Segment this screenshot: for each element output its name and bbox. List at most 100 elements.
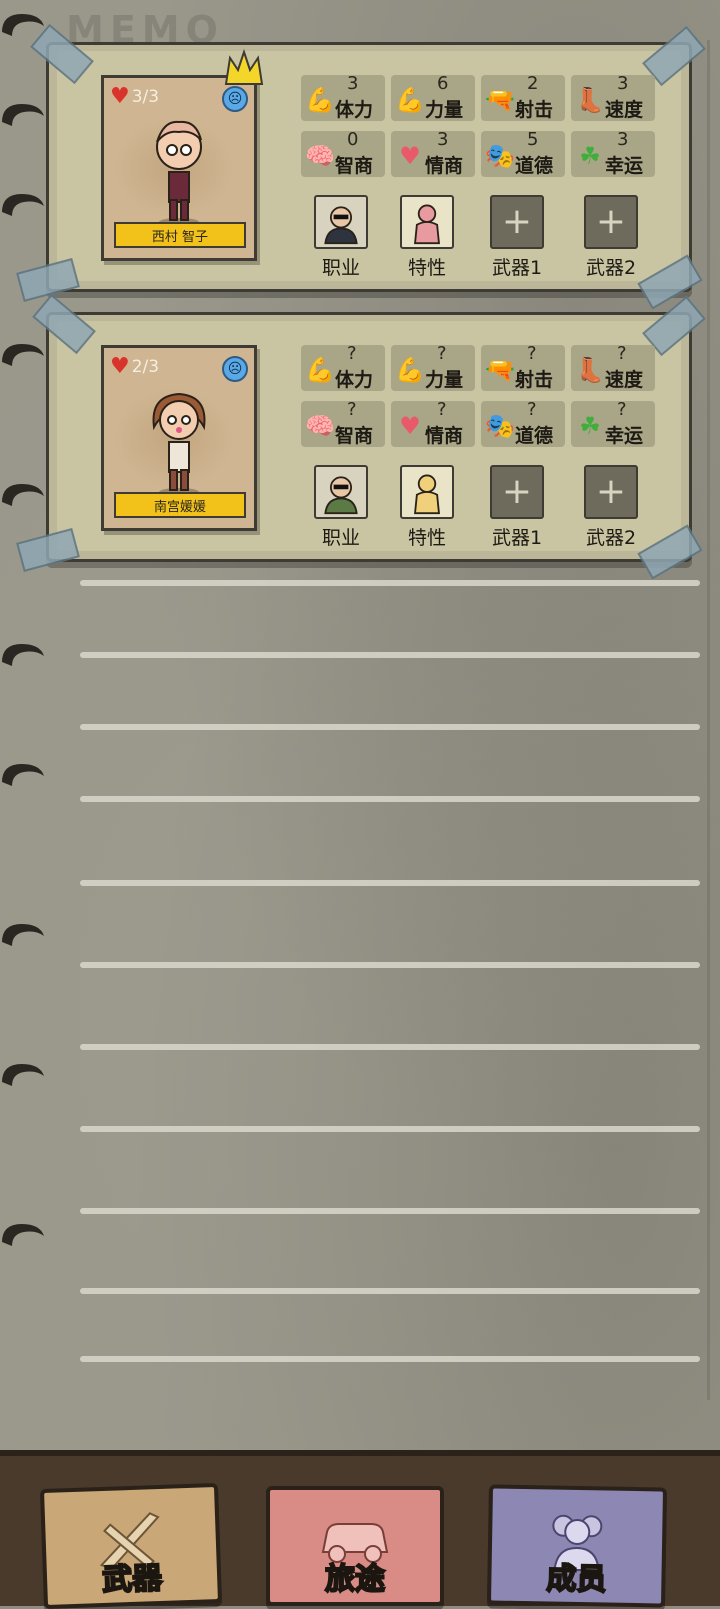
stat-label: 道德 [515,425,554,447]
tab-weapons[interactable]: 武器 [39,1482,223,1609]
character-figure [156,120,202,226]
add-icon: + [490,465,544,519]
stat-6[interactable]: 🎭 5 道德 [481,129,565,177]
slot-empty-2[interactable]: + 武器1 [481,465,553,550]
winged-boot-icon: 👢 [575,86,605,114]
stat-3[interactable]: 👢 3 速度 [571,73,655,121]
ruled-line [80,880,700,886]
stat-label: 幸运 [605,155,644,177]
ruled-line [80,580,700,586]
heart-head-icon: ♥ [399,142,421,170]
member-card[interactable]: ♥ 2/3 ☹ 南宫媛媛 💪? 体力 💪? 力量 🔫? 射击 👢? 速度 🧠? 智商 ♥? 情商 🎭? 道… [16,293,706,580]
stat-label: 力量 [425,369,464,391]
stat-value: ? [617,399,627,420]
ruled-line [80,1356,700,1362]
tab-label: 旅途 [324,1561,386,1598]
slot-empty-3[interactable]: + 武器2 [575,195,647,280]
slot-label: 特性 [407,527,446,549]
stat-label: 智商 [335,155,374,177]
stat-value: 3 [437,129,449,150]
stat-value: ? [437,343,447,364]
stat-2[interactable]: 🔫? 射击 [481,343,565,391]
stat-1[interactable]: 💪 6 力量 [391,73,475,121]
stat-label: 道德 [515,155,554,177]
ruled-line [80,1288,700,1294]
hp-indicator: ♥ 2/3 [110,356,159,378]
slot-label: 武器1 [491,527,543,549]
stat-value: ? [437,399,447,420]
slot-trait-1[interactable]: 特性 [391,465,463,550]
bottom-nav: 武器 旅途 成员 [0,1450,720,1609]
stat-0[interactable]: 💪 3 体力 [301,73,385,121]
slot-label: 武器1 [491,257,543,279]
flexed-bicep-icon: 💪 [395,86,425,114]
winged-boot-icon: 👢 [575,356,605,384]
binder-ring [0,480,48,514]
binder-ring [0,190,48,224]
character-figure [152,392,206,496]
binder-ring [0,1060,48,1094]
stat-value: ? [617,343,627,364]
stat-4[interactable]: 🧠? 智商 [301,399,385,447]
page-edge [707,40,710,1400]
slot-label: 特性 [407,257,446,279]
stat-label: 速度 [605,99,644,121]
stat-7[interactable]: ☘ 3 幸运 [571,129,655,177]
binder-ring [0,340,48,374]
slot-empty-2[interactable]: + 武器1 [481,195,553,280]
slot-job-0[interactable]: 职业 [305,195,377,280]
brain-head-icon: 🧠 [305,142,335,170]
tab-members[interactable]: 成员 [486,1484,668,1608]
stat-label: 体力 [335,369,374,391]
stat-value: ? [347,399,357,420]
stat-value: 3 [617,129,629,150]
stat-1[interactable]: 💪? 力量 [391,343,475,391]
stat-3[interactable]: 👢? 速度 [571,343,655,391]
add-icon: + [584,465,638,519]
stat-6[interactable]: 🎭? 道德 [481,399,565,447]
sad-face-icon: ☹ [222,356,248,382]
stat-value: 3 [347,73,359,94]
ruled-line [80,962,700,968]
crown-icon [224,48,264,85]
sad-face-icon: ☹ [222,86,248,112]
job-portrait-icon [314,195,368,249]
slot-job-0[interactable]: 职业 [305,465,377,550]
stat-label: 力量 [425,99,464,121]
member-portrait[interactable]: ♥ 3/3 ☹ 西村 智子 [101,48,264,261]
stat-0[interactable]: 💪? 体力 [301,343,385,391]
brain-head-icon: 🧠 [305,412,335,440]
member-name: 南宫媛媛 [114,492,246,518]
member-portrait[interactable]: ♥ 2/3 ☹ 南宫媛媛 [101,345,257,531]
job-portrait-icon [314,465,368,519]
slot-label: 武器2 [585,527,637,549]
muscle-arm-icon: 💪 [305,86,335,114]
slot-empty-3[interactable]: + 武器2 [575,465,647,550]
ruled-line [80,652,700,658]
binder-ring [0,920,48,954]
heart-head-icon: ♥ [399,412,421,440]
tab-journey[interactable]: 旅途 [266,1486,444,1606]
trait-portrait-icon [400,195,454,249]
hp-value: 2/3 [131,357,160,377]
heart-icon: ♥ [110,354,130,379]
stat-label: 情商 [425,155,464,177]
add-icon: + [490,195,544,249]
binder-ring [0,640,48,674]
binder-ring [0,760,48,794]
revolver-icon: 🔫 [485,86,515,114]
member-card[interactable]: ♥ 3/3 ☹ 西村 智子 💪 3 体力 💪 6 力量 🔫 2 射击 👢 3 速度 🧠 0 智商 ♥ 3 情商 🎭 5… [16,23,706,310]
stat-5[interactable]: ♥ 3 情商 [391,129,475,177]
ruled-line [80,1044,700,1050]
stat-5[interactable]: ♥? 情商 [391,399,475,447]
stat-value: 2 [527,73,539,94]
stat-4[interactable]: 🧠 0 智商 [301,129,385,177]
stat-label: 速度 [605,369,644,391]
clover-icon: ☘ [579,412,601,440]
stat-value: 0 [347,129,359,150]
tab-label: 武器 [101,1560,164,1599]
stat-2[interactable]: 🔫 2 射击 [481,73,565,121]
slot-trait-1[interactable]: 特性 [391,195,463,280]
stat-7[interactable]: ☘? 幸运 [571,399,655,447]
slot-label: 职业 [321,257,360,279]
